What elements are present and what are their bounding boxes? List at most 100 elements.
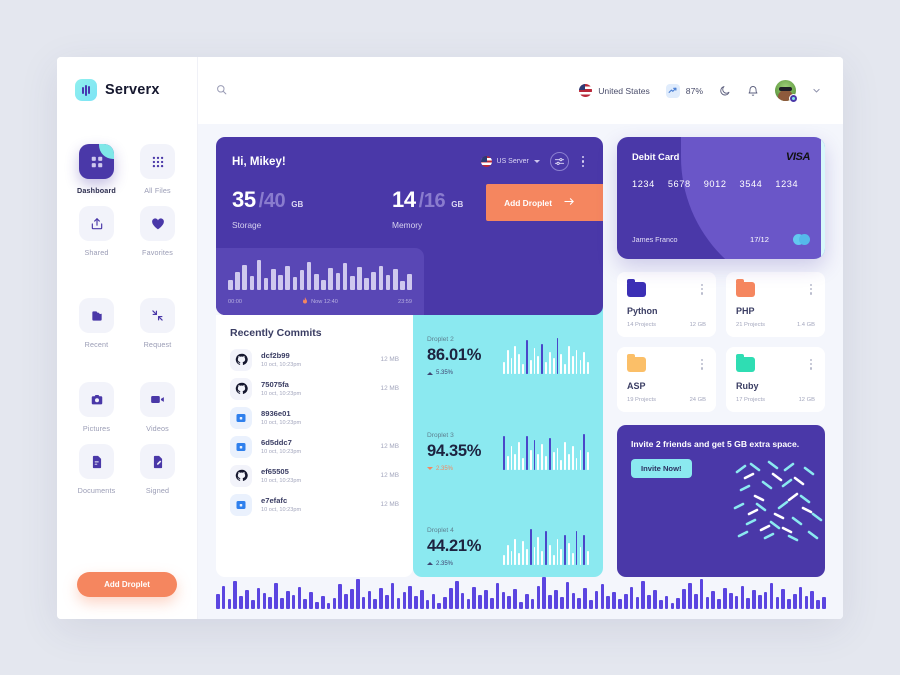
sidebar-item-pictures[interactable]: Pictures [71, 377, 122, 435]
add-droplet-sidebar-button[interactable]: Add Droplet [77, 572, 177, 597]
stat-unit: GB [451, 200, 464, 209]
footer-wave-bar [466, 599, 471, 609]
commit-date: 10 oct, 10:23pm [261, 449, 302, 455]
kebab-menu-icon[interactable] [807, 282, 815, 297]
avatar[interactable] [775, 80, 798, 103]
footer-wave-bar [664, 596, 669, 609]
droplet-bar [587, 550, 589, 565]
sidebar-item-all-files[interactable]: All Files [132, 139, 183, 197]
footer-wave-bar [414, 596, 418, 609]
hero-stats: 35/40 GB Storage Add Droplet 14/16 GB Memory [232, 184, 603, 230]
add-droplet-hero-button[interactable]: Add Droplet [486, 184, 603, 221]
trend-up-icon [665, 83, 680, 98]
folder-top [736, 278, 815, 297]
document-icon [79, 444, 114, 479]
footer-wave-bar [629, 586, 634, 609]
server-label: US Server [496, 158, 529, 165]
search-input[interactable] [233, 85, 383, 96]
droplet-bar [514, 538, 517, 565]
droplet-bar [503, 554, 505, 565]
sidebar-item-dashboard[interactable]: Dashboard [71, 139, 122, 197]
droplet-row: Droplet 4 44.21% 2.35% [427, 527, 589, 567]
axis-end-label: 23:59 [398, 299, 412, 305]
footer-wave-bar [559, 597, 564, 609]
droplet-bar [545, 530, 547, 565]
sidebar-item-videos[interactable]: Videos [132, 377, 183, 435]
folder-card-php[interactable]: PHP 21 Projects 1.4 GB [726, 272, 825, 337]
droplet-bar [548, 352, 551, 375]
kebab-menu-icon[interactable] [698, 357, 706, 372]
footer-wave-bar [804, 596, 809, 609]
folder-card-python[interactable]: Python 14 Projects 12 GB [617, 272, 716, 337]
chevron-down-icon[interactable] [812, 86, 821, 95]
commit-row[interactable]: dcf2b99 10 oct, 10:23pm 12 MB [230, 345, 399, 374]
droplet-bar [564, 441, 566, 470]
kebab-menu-icon[interactable] [807, 357, 815, 372]
search-box[interactable] [216, 82, 569, 100]
footer-wave-bar [291, 595, 296, 609]
usage-value: 87% [685, 85, 703, 96]
droplet-bar [552, 451, 555, 470]
server-selector[interactable]: US Server [480, 156, 540, 167]
hero-wave-bar [271, 269, 276, 290]
footer-wave-bar [454, 581, 459, 609]
commit-row[interactable]: 6d5ddc7 10 oct, 10:23pm 12 MB [230, 432, 399, 461]
commit-row[interactable]: 8936e01 10 oct, 10:23pm [230, 403, 399, 432]
folder-card-ruby[interactable]: Ruby 17 Projects 12 GB [726, 347, 825, 412]
commit-row[interactable]: e7efafc 10 oct, 10:23pm 12 MB [230, 490, 399, 519]
sidebar-item-documents[interactable]: Documents [71, 439, 122, 497]
commit-body: dcf2b99 10 oct, 10:23pm [261, 351, 372, 368]
moon-icon[interactable] [719, 85, 731, 97]
bitbucket-icon [230, 406, 252, 429]
commit-size: 12 MB [380, 443, 399, 450]
footer-wave-bar [443, 597, 447, 609]
droplet-bar [518, 354, 521, 375]
hero-wave-bar [342, 263, 348, 290]
footer-wave-bar [495, 583, 500, 609]
folder-meta: 21 Projects 1.4 GB [736, 322, 815, 328]
commit-hash: 75075fa [261, 380, 289, 389]
left-lower: Recently Commits dcf2b99 10 oct, 10:23pm 1… [216, 229, 603, 577]
footer-wave-bar [798, 586, 803, 609]
card-top: Debit Card VISA [632, 151, 810, 163]
footer-wave-bar [431, 594, 436, 609]
card-number-group: 9012 [703, 179, 727, 189]
droplet-bar [583, 352, 586, 375]
commit-row[interactable]: 75075fa 10 oct, 10:23pm 12 MB [230, 374, 399, 403]
droplet-name: Droplet 2 [427, 336, 454, 344]
chevron-down-icon [533, 160, 540, 163]
droplet-change-value: 2.35% [436, 560, 454, 567]
sidebar-item-label: Shared [84, 248, 109, 257]
footer-wave-bar [326, 602, 331, 609]
hero-activity-chart: 00:00 Now 12:40 23:59 [216, 248, 424, 315]
droplet-bar [568, 542, 570, 565]
sidebar-item-label: Signed [145, 486, 170, 495]
kebab-menu-icon[interactable] [698, 282, 706, 297]
hero-wave-bar [314, 273, 319, 290]
droplet-bar [564, 364, 566, 375]
kebab-menu-icon[interactable] [579, 154, 587, 169]
sidebar-item-shared[interactable]: Shared [71, 201, 122, 259]
sidebar-item-request[interactable]: Request [132, 293, 183, 351]
bell-icon[interactable] [747, 85, 759, 97]
folder-card-asp[interactable]: ASP 19 Projects 24 GB [617, 347, 716, 412]
footer-wave-bar [734, 596, 739, 609]
hero-wave-bar [392, 269, 398, 290]
sidebar-item-recent[interactable]: Recent [71, 293, 122, 351]
hero-wave-bar [292, 277, 298, 290]
folder-meta: 19 Projects 24 GB [627, 397, 706, 403]
commit-date: 10 oct, 10:23pm [261, 478, 302, 484]
footer-wave-bar [437, 602, 442, 609]
commit-row[interactable]: ef65505 10 oct, 10:23pm 12 MB [230, 461, 399, 490]
hero-chart-axis: 00:00 Now 12:40 23:59 [228, 297, 412, 307]
sidebar-item-favorites[interactable]: Favorites [132, 201, 183, 259]
footer-wave-bar [472, 586, 477, 609]
sidebar-item-signed[interactable]: Signed [132, 439, 183, 497]
folder-meta: 17 Projects 12 GB [736, 397, 815, 403]
invite-text: Invite 2 friends and get 5 GB extra spac… [631, 439, 800, 449]
footer-wave-bar [693, 594, 698, 609]
country-selector[interactable]: United States [579, 84, 650, 97]
avatar-status-badge [789, 94, 798, 103]
invite-now-button[interactable]: Invite Now! [631, 459, 692, 479]
sliders-icon[interactable] [549, 152, 569, 171]
